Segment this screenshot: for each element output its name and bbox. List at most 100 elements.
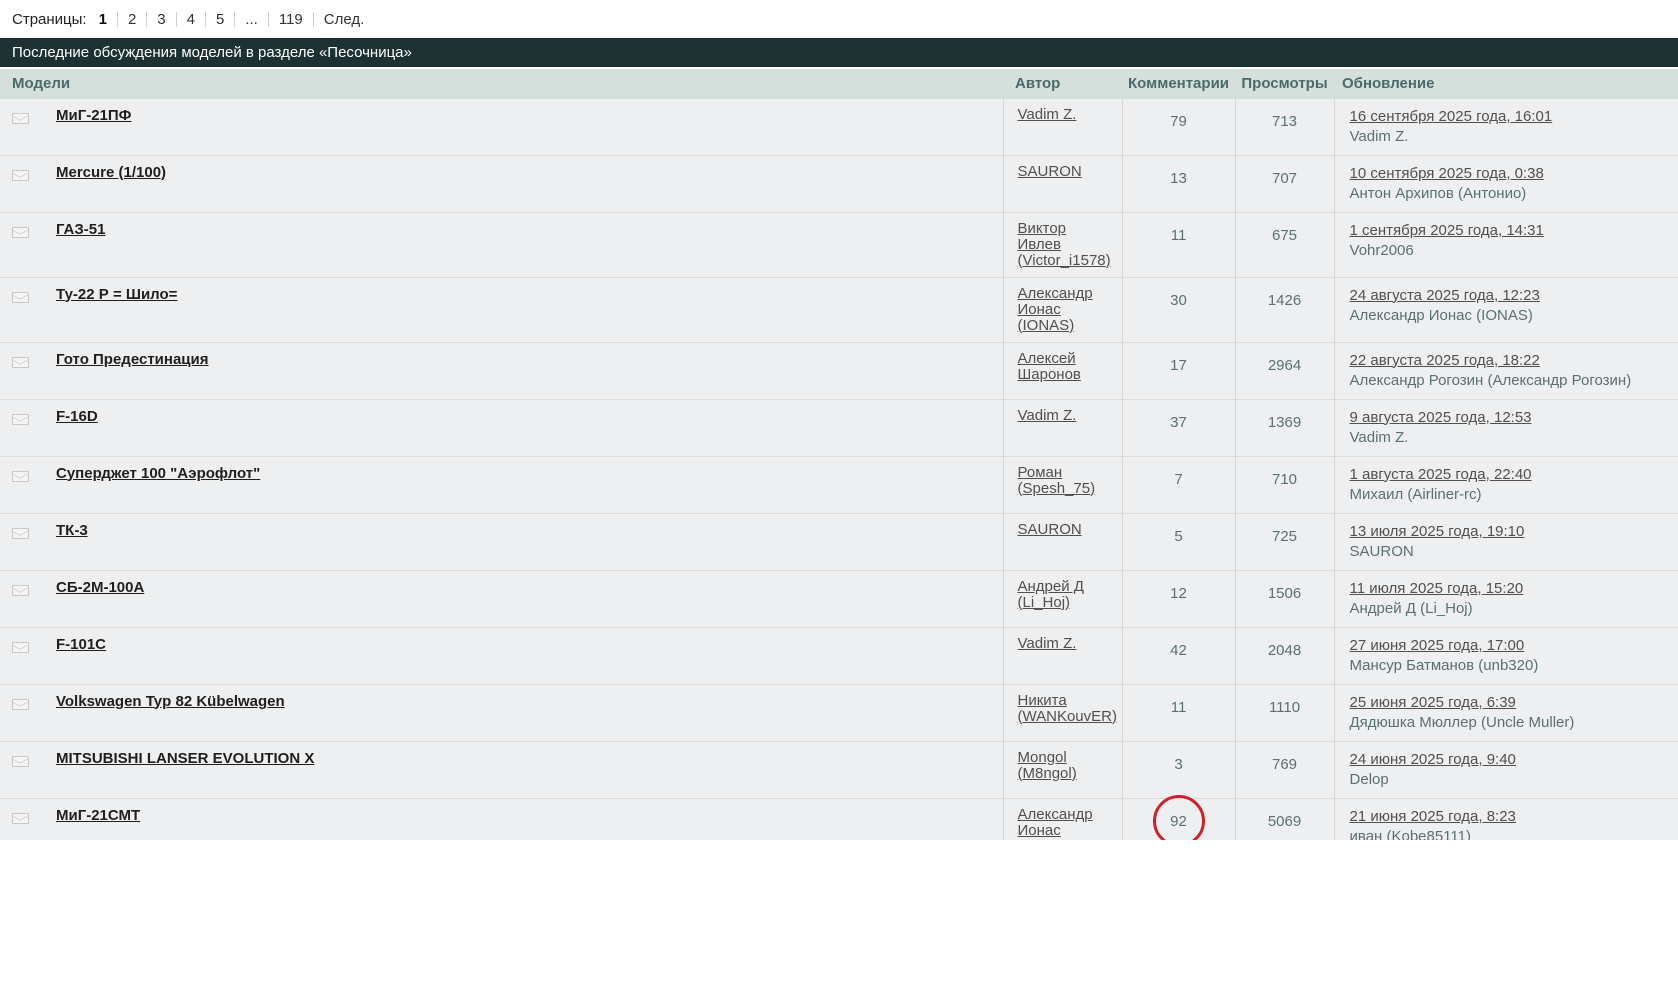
col-header-author: Автор — [1003, 69, 1123, 98]
comments-cell: 30 — [1121, 277, 1236, 342]
table-row: Volkswagen Typ 82 Kübelwagen Никита (WANK… — [0, 684, 1678, 741]
model-cell: F-16D — [56, 399, 1003, 456]
model-link[interactable]: МиГ-21СМТ — [56, 807, 140, 824]
model-cell: Volkswagen Typ 82 Kübelwagen — [56, 684, 1003, 741]
section-title: Последние обсуждения моделей в разделе «… — [0, 38, 1678, 67]
comments-count: 3 — [1174, 755, 1183, 773]
page-link-4[interactable]: 4 — [175, 11, 205, 27]
last-update-link[interactable]: 16 сентября 2025 года, 16:01 — [1350, 108, 1553, 125]
model-link[interactable]: Mercure (1/100) — [56, 164, 166, 181]
comments-cell: 3 — [1121, 741, 1236, 798]
next-page-link[interactable]: След. — [312, 11, 375, 27]
author-link[interactable]: Алексей Шаронов — [1018, 350, 1081, 383]
author-link[interactable]: Никита (WANKouvER) — [1018, 692, 1117, 725]
updated-cell: 13 июля 2025 года, 19:10 SAURON — [1333, 513, 1678, 570]
model-cell: Mercure (1/100) — [56, 155, 1003, 212]
author-link[interactable]: Виктор Ивлев (Victor_i1578) — [1018, 220, 1111, 269]
author-cell: Vadim Z. — [1002, 627, 1123, 684]
envelope-icon — [12, 291, 29, 303]
last-update-link[interactable]: 24 июня 2025 года, 9:40 — [1350, 751, 1516, 768]
views-count: 675 — [1272, 226, 1298, 244]
views-cell: 1426 — [1234, 277, 1335, 342]
last-update-author: Дядюшка Мюллер (Uncle Muller) — [1349, 713, 1575, 731]
updated-cell: 10 сентября 2025 года, 0:38 Антон Архипов… — [1333, 155, 1678, 212]
model-link[interactable]: Гото Предестинация — [56, 351, 208, 368]
col-header-models: Модели — [0, 69, 1004, 98]
last-update-link[interactable]: 22 августа 2025 года, 18:22 — [1350, 352, 1540, 369]
comments-count: 37 — [1170, 413, 1187, 431]
last-update-link[interactable]: 10 сентября 2025 года, 0:38 — [1350, 165, 1544, 182]
views-count: 713 — [1272, 112, 1298, 130]
row-icon-cell — [0, 456, 56, 513]
last-update-link[interactable]: 21 июня 2025 года, 8:23 — [1350, 808, 1516, 825]
author-link[interactable]: Александр Ионас (IONAS) — [1018, 806, 1093, 840]
model-link[interactable]: СБ-2М-100А — [56, 579, 144, 596]
last-update-link[interactable]: 11 июля 2025 года, 15:20 — [1350, 580, 1524, 597]
comments-count: 17 — [1170, 356, 1187, 374]
author-cell: SAURON — [1002, 155, 1123, 212]
comments-count: 5 — [1174, 527, 1183, 545]
model-cell: Гото Предестинация — [56, 342, 1003, 399]
model-cell: MITSUBISHI LANSER EVOLUTION X — [56, 741, 1003, 798]
views-cell: 769 — [1234, 741, 1335, 798]
model-cell: ТК-3 — [56, 513, 1003, 570]
model-link[interactable]: F-16D — [56, 408, 98, 425]
author-link[interactable]: Роман (Spesh_75) — [1018, 464, 1096, 497]
model-link[interactable]: ТК-3 — [56, 522, 88, 539]
author-link[interactable]: Mongol (M8ngol) — [1018, 749, 1077, 782]
author-link[interactable]: Vadim Z. — [1018, 407, 1077, 424]
model-cell: Ту-22 Р = Шило= — [56, 277, 1003, 342]
author-cell: Александр Ионас (IONAS) — [1002, 277, 1123, 342]
author-link[interactable]: SAURON — [1018, 163, 1082, 180]
last-update-link[interactable]: 1 августа 2025 года, 22:40 — [1350, 466, 1532, 483]
last-update-link[interactable]: 27 июня 2025 года, 17:00 — [1350, 637, 1525, 654]
model-link[interactable]: ГАЗ-51 — [56, 221, 105, 238]
last-update-author: Мансур Батманов (unb320) — [1349, 656, 1539, 674]
page: Страницы: 1 2 3 4 5 ... 119 След. Послед… — [0, 0, 1678, 1002]
page-link-3[interactable]: 3 — [146, 11, 175, 27]
model-link[interactable]: МиГ-21ПФ — [56, 107, 131, 124]
updated-cell: 9 августа 2025 года, 12:53 Vadim Z. — [1333, 399, 1678, 456]
views-cell: 2048 — [1234, 627, 1335, 684]
table-row: МиГ-21ПФ Vadim Z. 79 713 16 сентября 2025 го… — [0, 98, 1678, 155]
last-update-link[interactable]: 1 сентября 2025 года, 14:31 — [1350, 222, 1544, 239]
last-update-link[interactable]: 25 июня 2025 года, 6:39 — [1350, 694, 1516, 711]
page-link-last[interactable]: 119 — [267, 11, 313, 27]
author-link[interactable]: Александр Ионас (IONAS) — [1018, 285, 1093, 334]
envelope-icon — [12, 641, 29, 653]
updated-cell: 24 августа 2025 года, 12:23 Александр Ион… — [1333, 277, 1678, 342]
model-cell: МиГ-21СМТ — [56, 798, 1003, 840]
author-link[interactable]: Андрей Д (Li_Hoj) — [1018, 578, 1084, 611]
views-count: 1506 — [1267, 584, 1302, 602]
table-row: МиГ-21СМТ Александр Ионас (IONAS) 92 5069 21… — [0, 798, 1678, 840]
row-icon-cell — [0, 342, 56, 399]
author-link[interactable]: Vadim Z. — [1018, 635, 1077, 652]
model-link[interactable]: MITSUBISHI LANSER EVOLUTION X — [56, 750, 314, 767]
comments-count: 12 — [1170, 584, 1187, 602]
last-update-author: Андрей Д (Li_Hoj) — [1349, 599, 1473, 617]
envelope-icon — [12, 413, 29, 425]
col-header-updated: Обновление — [1334, 69, 1678, 98]
table-row: F-16D Vadim Z. 37 1369 9 августа 2025 года, … — [0, 399, 1678, 456]
last-update-link[interactable]: 13 июля 2025 года, 19:10 — [1350, 523, 1525, 540]
table-row: Mercure (1/100) SAURON 13 707 10 сентября 20… — [0, 155, 1678, 212]
model-link[interactable]: Ту-22 Р = Шило= — [56, 286, 177, 303]
updated-cell: 1 августа 2025 года, 22:40 Михаил (Airlin… — [1333, 456, 1678, 513]
last-update-author: Михаил (Airliner-rc) — [1349, 485, 1482, 503]
updated-cell: 25 июня 2025 года, 6:39 Дядюшка Мюллер (U… — [1333, 684, 1678, 741]
author-link[interactable]: Vadim Z. — [1018, 106, 1077, 123]
table-body: МиГ-21ПФ Vadim Z. 79 713 16 сентября 2025 го… — [0, 98, 1678, 840]
last-update-link[interactable]: 24 августа 2025 года, 12:23 — [1350, 287, 1540, 304]
last-update-link[interactable]: 9 августа 2025 года, 12:53 — [1350, 409, 1532, 426]
page-link-2[interactable]: 2 — [116, 11, 146, 27]
row-icon-cell — [0, 798, 56, 840]
model-link[interactable]: Суперджет 100 "Аэрофлот" — [56, 465, 260, 482]
page-link-1[interactable]: 1 — [99, 12, 117, 27]
model-link[interactable]: Volkswagen Typ 82 Kübelwagen — [56, 693, 285, 710]
page-link-5[interactable]: 5 — [204, 11, 234, 27]
author-link[interactable]: SAURON — [1018, 521, 1082, 538]
page-ellipsis: ... — [234, 11, 268, 27]
model-link[interactable]: F-101C — [56, 636, 106, 653]
row-icon-cell — [0, 513, 56, 570]
row-icon-cell — [0, 570, 56, 627]
